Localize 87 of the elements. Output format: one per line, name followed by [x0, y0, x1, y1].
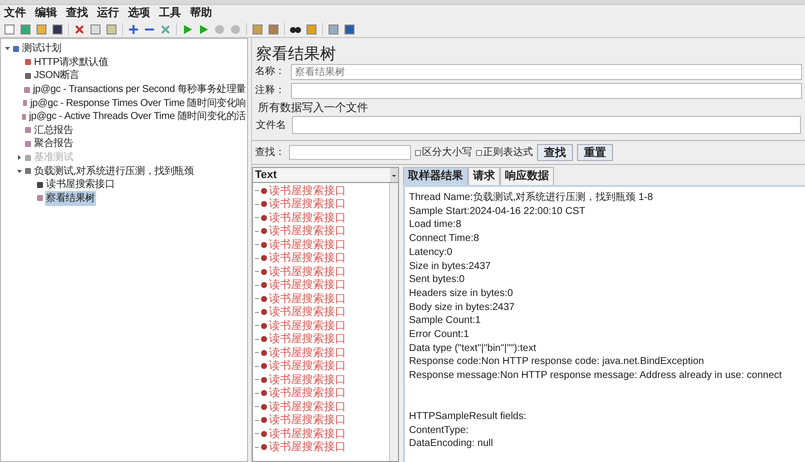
detail-line: Thread Name:负载测试,对系统进行压测，找到瓶颈 1-8 — [409, 191, 654, 205]
panel-title: 察看结果树 — [255, 43, 337, 62]
cross-icon[interactable] — [73, 22, 86, 36]
menu-item[interactable]: 工具 — [159, 4, 181, 22]
menu-item[interactable]: 编辑 — [35, 4, 57, 22]
detail-line: Size in bytes:2437 — [409, 260, 492, 274]
square-icon[interactable] — [51, 22, 64, 36]
circle-icon[interactable] — [213, 22, 226, 36]
detail-line: Headers size in bytes:0 — [409, 286, 514, 301]
search-field[interactable] — [289, 145, 411, 160]
result-item[interactable]: 读书屋搜索接口 — [269, 439, 346, 456]
checkbox-label: 正则表达式 — [483, 146, 533, 160]
detail-line: Response message:Non HTTP response message: Address already in use: connect — [409, 369, 783, 383]
search-label: 查找： — [255, 146, 285, 160]
detail-line: Connect Time:8 — [409, 232, 480, 246]
detail-line: ContentType: — [409, 424, 470, 438]
tree-item[interactable]: HTTP请求默认值 — [33, 54, 110, 70]
tree-item[interactable]: 负载测试,对系统进行压测，找到瓶颈 — [33, 164, 195, 179]
tree-item[interactable]: 读书屋搜索接口 — [45, 177, 116, 192]
menu-item[interactable]: 帮助 — [190, 4, 212, 22]
square-icon[interactable] — [343, 22, 356, 36]
tab[interactable]: 取样器结果 — [403, 167, 468, 185]
menu-item[interactable]: 运行 — [97, 4, 119, 22]
result-item[interactable]: 读书屋搜索接口 — [269, 344, 346, 361]
name-label: 名称： — [255, 65, 286, 79]
name-field[interactable]: 察看结果树 — [291, 64, 802, 80]
result-item[interactable]: 读书屋搜索接口 — [269, 290, 346, 307]
result-item[interactable]: 读书屋搜索接口 — [269, 277, 346, 294]
result-item[interactable]: 读书屋搜索接口 — [269, 264, 346, 280]
tree-item[interactable]: jp@gc - Active Threads Over Time 随时间变化的活 — [28, 109, 247, 124]
circle-icon[interactable] — [229, 22, 242, 36]
find-button[interactable]: 查找 — [537, 144, 573, 161]
detail-line: Load time:8 — [409, 218, 462, 232]
scrollbar[interactable] — [389, 183, 398, 461]
result-item[interactable]: 读书屋搜索接口 — [269, 398, 346, 415]
tree-item[interactable]: 察看结果树 — [45, 190, 96, 206]
result-item[interactable]: 读书屋搜索接口 — [269, 372, 346, 388]
renderer-dropdown[interactable]: Text — [253, 168, 398, 183]
checkbox-label: 区分大小写 — [422, 146, 472, 160]
cross-icon[interactable] — [159, 22, 172, 36]
result-item[interactable]: 读书屋搜索接口 — [269, 318, 346, 334]
tree-item[interactable]: JSON断言 — [33, 68, 80, 84]
tree-item[interactable]: jp@gc - Transactions per Second 每秒事务处理量 — [32, 82, 247, 98]
filename-label: 文件名 — [256, 118, 287, 132]
tree-item[interactable]: 汇总报告 — [33, 122, 74, 138]
result-item[interactable]: 读书屋搜索接口 — [269, 236, 346, 253]
tree-item[interactable]: 测试计划 — [21, 41, 62, 56]
plus-icon[interactable] — [127, 22, 140, 36]
result-item[interactable]: 读书屋搜索接口 — [269, 426, 346, 442]
result-item[interactable]: 读书屋搜索接口 — [269, 304, 346, 320]
detail-line: Error Count:1 — [409, 328, 470, 342]
checkbox[interactable] — [415, 150, 421, 156]
result-item[interactable]: 读书屋搜索接口 — [269, 223, 346, 240]
result-item[interactable]: 读书屋搜索接口 — [269, 196, 346, 212]
detail-line: Data type ("text"|"bin"|""):text — [409, 342, 538, 356]
comment-label: 注释： — [255, 84, 286, 98]
expanded-toggle-icon[interactable] — [16, 168, 23, 175]
tree-item[interactable]: jp@gc - Response Times Over Time 随时间变化响 — [29, 96, 247, 111]
reset-button[interactable]: 重置 — [577, 144, 613, 161]
result-item[interactable]: 读书屋搜索接口 — [269, 250, 346, 266]
tab[interactable]: 响应数据 — [500, 167, 554, 185]
menu-item[interactable]: 文件 — [4, 4, 26, 22]
detail-line: Body size in bytes:2437 — [409, 300, 516, 314]
expanded-toggle-icon[interactable] — [4, 45, 11, 52]
detail-line: Latency:0 — [409, 246, 454, 260]
menu-item[interactable]: 查找 — [66, 4, 88, 22]
comment-field[interactable] — [291, 82, 802, 98]
checkbox[interactable] — [476, 150, 482, 156]
detail-line: Sample Start:2024-04-16 22:00:10 CST — [409, 204, 586, 218]
detail-line: Sample Count:1 — [409, 314, 482, 328]
result-item[interactable]: 读书屋搜索接口 — [269, 412, 346, 428]
play-icon[interactable] — [197, 22, 210, 36]
tree-item[interactable]: 聚合报告 — [33, 136, 74, 152]
detail-line: HTTPSampleResult fields: — [409, 410, 528, 424]
detail-line: DataEncoding: null — [409, 437, 494, 451]
result-item[interactable]: 读书屋搜索接口 — [269, 183, 346, 199]
filename-field[interactable] — [292, 116, 801, 134]
tab[interactable]: 请求 — [468, 167, 500, 185]
detail-line: Sent bytes:0 — [409, 273, 466, 287]
section-title: 所有数据写入一个文件 — [257, 100, 369, 115]
result-item[interactable]: 读书屋搜索接口 — [269, 385, 346, 402]
result-item[interactable]: 读书屋搜索接口 — [269, 331, 346, 348]
detail-line: Response code:Non HTTP response code: java.net.BindException — [409, 355, 705, 370]
play-icon[interactable] — [181, 22, 194, 36]
result-item[interactable]: 读书屋搜索接口 — [269, 210, 346, 226]
result-item[interactable]: 读书屋搜索接口 — [269, 358, 346, 374]
menu-item[interactable]: 选项 — [128, 4, 150, 22]
